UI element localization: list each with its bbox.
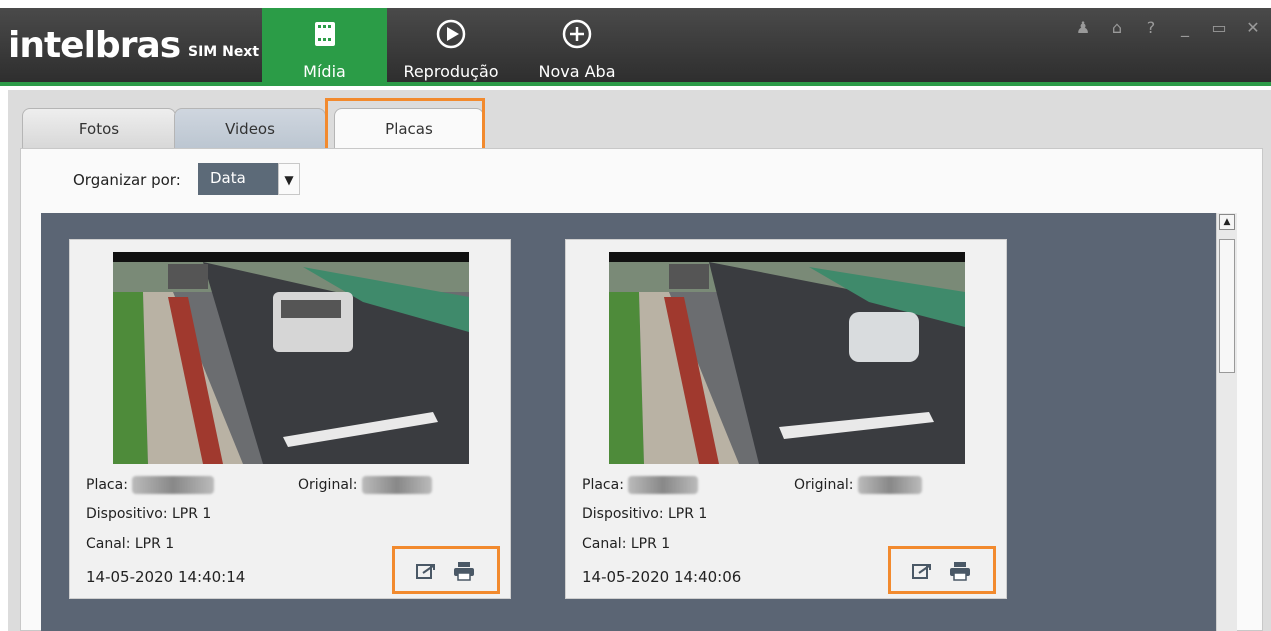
tab-videos[interactable]: Videos: [174, 108, 326, 148]
plate-card[interactable]: Placa: Original: Dispositivo: LPR 1 Cana…: [565, 239, 1007, 599]
card-actions: [888, 546, 996, 594]
redacted-original: [361, 476, 432, 494]
play-icon: [436, 19, 466, 49]
device-text: Dispositivo: LPR 1: [86, 506, 212, 522]
gallery-scrollbar[interactable]: ▲: [1216, 213, 1237, 631]
nav-playback-label: Reprodução: [403, 62, 499, 81]
plates-panel: Organizar por: Data ▼ Placa: Original: D…: [20, 148, 1263, 631]
plus-circle-icon: [562, 19, 592, 49]
datetime-text: 14-05-2020 14:40:06: [582, 568, 742, 586]
original-label-text: Original:: [794, 477, 854, 493]
plates-gallery: Placa: Original: Dispositivo: LPR 1 Cana…: [41, 213, 1237, 631]
scroll-up-arrow-icon[interactable]: ▲: [1219, 214, 1235, 230]
minimize-icon[interactable]: _: [1177, 18, 1193, 37]
chevron-down-icon[interactable]: ▼: [278, 163, 300, 195]
product-name: SIM Next: [188, 44, 260, 60]
redacted-plate: [628, 476, 699, 494]
plate-label: Placa:: [582, 476, 699, 494]
street-photo: [609, 252, 965, 464]
nav-new-label: Nova Aba: [538, 62, 616, 81]
street-photo: [113, 252, 469, 464]
organize-label: Organizar por:: [73, 171, 181, 189]
datetime-text: 14-05-2020 14:40:14: [86, 568, 246, 586]
nav-playback-tab[interactable]: Reprodução: [394, 8, 508, 86]
lock-icon[interactable]: ⌂: [1109, 18, 1125, 37]
nav-media-tab[interactable]: Mídia: [262, 8, 387, 86]
main-content: Fotos Videos Placas Organizar por: Data …: [8, 90, 1271, 631]
organize-value: Data: [210, 169, 246, 187]
print-icon[interactable]: [453, 561, 475, 581]
plate-label-text: Placa:: [582, 477, 624, 493]
original-label: Original:: [298, 476, 432, 494]
card-actions: [392, 546, 500, 594]
help-icon[interactable]: ?: [1143, 18, 1159, 37]
redacted-original: [857, 476, 922, 494]
export-icon[interactable]: [415, 561, 437, 581]
close-icon[interactable]: ✕: [1245, 18, 1261, 37]
nav-new-tab[interactable]: Nova Aba: [527, 8, 627, 86]
print-icon[interactable]: [949, 561, 971, 581]
plate-card[interactable]: Placa: Original: Dispositivo: LPR 1 Cana…: [69, 239, 511, 599]
capture-image[interactable]: [609, 252, 965, 464]
export-icon[interactable]: [911, 561, 933, 581]
user-icon[interactable]: ♟: [1075, 18, 1091, 37]
redacted-plate: [132, 476, 215, 494]
plate-label: Placa:: [86, 476, 215, 494]
channel-text: Canal: LPR 1: [582, 536, 671, 552]
scroll-thumb[interactable]: [1219, 239, 1235, 373]
organize-select[interactable]: Data ▼: [198, 163, 300, 195]
original-label-text: Original:: [298, 477, 358, 493]
window-controls: ♟ ⌂ ? _ ▭ ✕: [1075, 18, 1261, 37]
device-text: Dispositivo: LPR 1: [582, 506, 708, 522]
film-icon: [314, 22, 335, 46]
nav-media-label: Mídia: [303, 62, 346, 81]
original-label: Original:: [794, 476, 922, 494]
capture-image[interactable]: [113, 252, 469, 464]
plate-label-text: Placa:: [86, 477, 128, 493]
channel-text: Canal: LPR 1: [86, 536, 175, 552]
app-header: intelbras SIM Next Mídia Reprodução Nova…: [0, 8, 1271, 86]
brand-logo: intelbras: [8, 25, 181, 66]
tab-photos[interactable]: Fotos: [22, 108, 176, 148]
maximize-icon[interactable]: ▭: [1211, 18, 1227, 37]
